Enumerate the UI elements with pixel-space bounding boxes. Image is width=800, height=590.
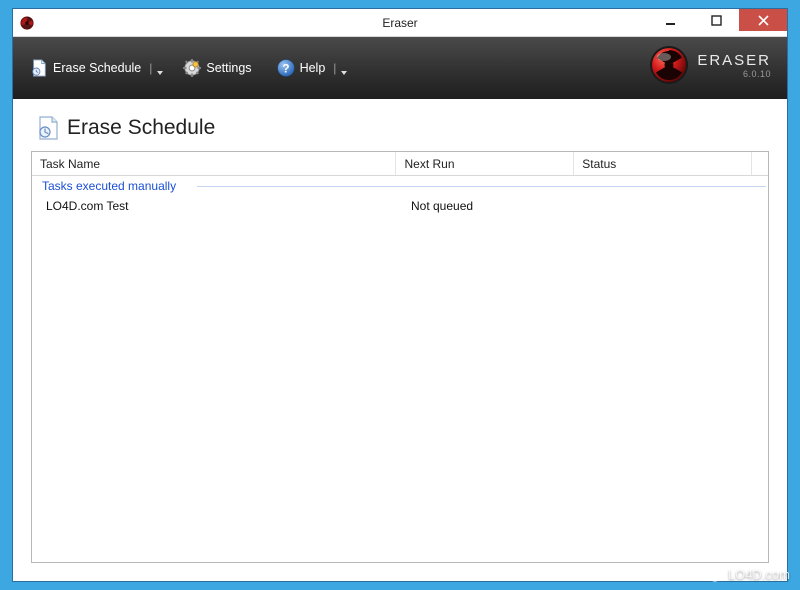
cell-task-name: LO4D.com Test bbox=[32, 196, 397, 216]
settings-button[interactable]: Settings bbox=[176, 54, 257, 82]
help-label: Help bbox=[300, 61, 326, 75]
column-blank bbox=[752, 152, 768, 175]
brand-name: ERASER bbox=[697, 52, 771, 69]
schedule-icon bbox=[29, 58, 49, 78]
cell-status bbox=[575, 196, 753, 216]
table-row[interactable]: LO4D.com Test Not queued bbox=[32, 196, 768, 216]
titlebar: Eraser bbox=[13, 9, 787, 37]
page-header: Erase Schedule bbox=[37, 115, 769, 141]
group-divider bbox=[197, 186, 766, 187]
column-task-name[interactable]: Task Name bbox=[32, 152, 396, 175]
brand-radiation-icon bbox=[649, 45, 689, 85]
erase-schedule-dropdown[interactable] bbox=[156, 64, 164, 72]
column-status[interactable]: Status bbox=[574, 152, 752, 175]
minimize-button[interactable] bbox=[647, 9, 693, 31]
page-title: Erase Schedule bbox=[67, 116, 215, 140]
app-icon bbox=[19, 15, 35, 31]
svg-text:?: ? bbox=[282, 63, 289, 76]
app-window: Eraser Erase Schedule bbox=[12, 8, 788, 582]
content-area: Erase Schedule Task Name Next Run Status… bbox=[13, 99, 787, 581]
toolbar: Erase Schedule | bbox=[13, 37, 787, 99]
brand-version: 6.0.10 bbox=[697, 69, 771, 79]
gear-icon bbox=[182, 58, 202, 78]
toolbar-separator: | bbox=[149, 61, 152, 75]
cell-next-run: Not queued bbox=[397, 196, 575, 216]
settings-label: Settings bbox=[206, 61, 251, 75]
help-dropdown[interactable] bbox=[340, 64, 348, 72]
column-next-run[interactable]: Next Run bbox=[396, 152, 574, 175]
erase-schedule-button[interactable]: Erase Schedule bbox=[23, 54, 147, 82]
group-label: Tasks executed manually bbox=[42, 179, 182, 193]
task-grid[interactable]: Task Name Next Run Status Tasks executed… bbox=[31, 151, 769, 563]
group-header[interactable]: Tasks executed manually bbox=[32, 176, 768, 196]
help-button[interactable]: ? Help bbox=[270, 54, 332, 82]
page-schedule-icon bbox=[37, 115, 59, 141]
erase-schedule-label: Erase Schedule bbox=[53, 61, 141, 75]
grid-header: Task Name Next Run Status bbox=[32, 152, 768, 176]
maximize-button[interactable] bbox=[693, 9, 739, 31]
close-button[interactable] bbox=[739, 9, 787, 31]
toolbar-separator: | bbox=[333, 61, 336, 75]
help-icon: ? bbox=[276, 58, 296, 78]
brand: ERASER 6.0.10 bbox=[649, 45, 771, 85]
window-controls bbox=[647, 9, 787, 36]
